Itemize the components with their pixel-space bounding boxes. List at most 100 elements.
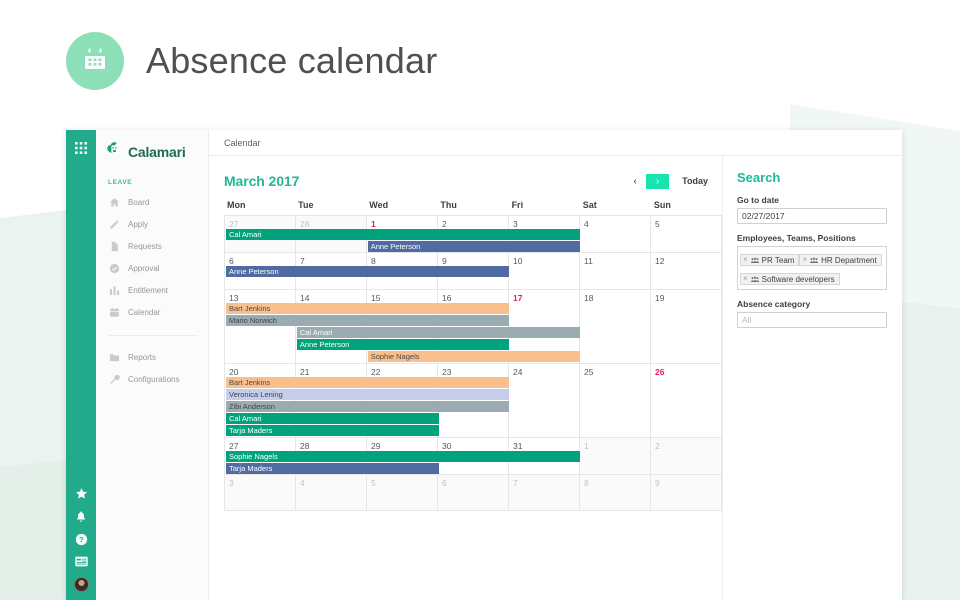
avatar[interactable] bbox=[73, 577, 89, 592]
entity-tag[interactable]: × HR Department bbox=[799, 254, 882, 266]
sidebar-item-entitlement[interactable]: Entitlement bbox=[96, 279, 208, 301]
day-number: 17 bbox=[513, 293, 523, 303]
go-to-date-input[interactable]: 02/27/2017 bbox=[737, 208, 887, 224]
sidebar-item-requests[interactable]: Requests bbox=[96, 235, 208, 257]
entity-tag[interactable]: × Software developers bbox=[740, 273, 840, 285]
calendar-day-cell[interactable]: 4 bbox=[296, 475, 367, 510]
day-number: 20 bbox=[229, 367, 239, 377]
day-number: 30 bbox=[442, 441, 452, 451]
absence-event-bar[interactable]: Cal Amari bbox=[226, 413, 439, 424]
absence-category-input[interactable]: All bbox=[737, 312, 887, 328]
sidebar-divider bbox=[108, 335, 198, 336]
absence-event-bar[interactable]: Sophie Nagels bbox=[367, 351, 581, 362]
day-number: 12 bbox=[655, 256, 665, 266]
page-header: Absence calendar bbox=[66, 32, 437, 90]
sidebar-item-approval[interactable]: Approval bbox=[96, 257, 208, 279]
absence-event-bar[interactable]: Anne Peterson bbox=[367, 241, 581, 252]
day-number: 13 bbox=[229, 293, 239, 303]
day-number: 16 bbox=[442, 293, 452, 303]
help-circle-icon[interactable]: ? bbox=[75, 533, 88, 546]
day-of-week-header: Tue bbox=[298, 200, 314, 210]
bell-icon[interactable] bbox=[75, 510, 87, 523]
calendar-week-row: 20 21 22 23 24 25 26 Bart Jenkins Veronica Lenin… bbox=[224, 363, 722, 437]
day-number: 28 bbox=[300, 219, 310, 229]
calamari-squid-icon bbox=[106, 141, 123, 163]
calendar-day-cell[interactable]: 7 bbox=[509, 475, 580, 510]
app-logo[interactable]: Calamari bbox=[96, 141, 208, 163]
absence-event-bar[interactable]: Tarja Maders bbox=[226, 425, 439, 436]
calendar-day-cell[interactable]: 3 bbox=[225, 475, 296, 510]
calendar-week-row: 13 14 15 16 17 18 19 Bart Jenkins Mario Norwich C… bbox=[224, 289, 722, 363]
calendar-month-title: March 2017 bbox=[224, 173, 300, 189]
absence-event-bar[interactable]: Tarja Maders bbox=[226, 463, 439, 474]
group-icon bbox=[810, 257, 819, 264]
absence-event-bar[interactable]: Bart Jenkins bbox=[226, 377, 510, 388]
news-card-icon[interactable] bbox=[74, 556, 88, 567]
calendar-week-row: 3 4 5 6 7 8 9 bbox=[224, 474, 722, 511]
day-number: 21 bbox=[300, 367, 310, 377]
sidebar: Calamari LEAVE Board Apply Requests Appr… bbox=[96, 130, 209, 600]
absence-event-bar[interactable]: Anne Peterson bbox=[296, 339, 510, 350]
day-of-week-header: Sat bbox=[582, 200, 597, 210]
sidebar-item-apply[interactable]: Apply bbox=[96, 213, 208, 235]
grid-apps-icon[interactable] bbox=[75, 142, 87, 154]
calendar-day-cell[interactable]: 9 bbox=[651, 475, 722, 510]
sidebar-item-label: Configurations bbox=[128, 374, 180, 384]
day-number: 5 bbox=[371, 478, 376, 488]
next-month-button[interactable]: › bbox=[646, 173, 670, 189]
global-rail: ? bbox=[66, 130, 96, 600]
absence-event-bar[interactable]: Veronica Lening bbox=[226, 389, 510, 400]
day-number: 7 bbox=[513, 478, 518, 488]
day-of-week-header: Mon bbox=[227, 200, 246, 210]
prev-month-button[interactable]: ‹ bbox=[627, 174, 643, 189]
day-number: 9 bbox=[655, 478, 660, 488]
day-of-week-header: Thu bbox=[440, 200, 457, 210]
calendar-toolbar: March 2017 ‹ › Today bbox=[224, 168, 722, 194]
day-number: 23 bbox=[442, 367, 452, 377]
day-number: 28 bbox=[300, 441, 310, 451]
absence-event-bar[interactable]: Anne Peterson bbox=[226, 266, 510, 277]
day-number: 27 bbox=[229, 219, 239, 229]
sidebar-item-configurations[interactable]: Configurations bbox=[96, 368, 208, 390]
absence-event-bar[interactable]: Mario Norwich bbox=[226, 315, 510, 326]
day-number: 9 bbox=[442, 256, 447, 266]
absence-event-bar[interactable]: Cal Amari bbox=[226, 229, 581, 240]
day-number: 29 bbox=[371, 441, 381, 451]
absence-event-bar[interactable]: Bart Jenkins bbox=[226, 303, 510, 314]
svg-text:?: ? bbox=[79, 535, 84, 544]
entities-label: Employees, Teams, Positions bbox=[737, 233, 856, 243]
absence-event-bar[interactable]: Cal Amari bbox=[296, 327, 581, 338]
day-number: 6 bbox=[442, 478, 447, 488]
day-number: 3 bbox=[513, 219, 518, 229]
day-number: 7 bbox=[300, 256, 305, 266]
wrench-icon bbox=[108, 373, 120, 385]
calendar-day-cell[interactable]: 8 bbox=[580, 475, 651, 510]
entities-tag-box[interactable]: × PR Team × HR Department × Software develope… bbox=[737, 246, 887, 290]
day-number: 2 bbox=[655, 441, 660, 451]
calendar-week-row: 27 28 1 2 3 4 5 Cal Amari Anne Peterson bbox=[224, 215, 722, 252]
absence-event-bar[interactable]: Zibi Anderson bbox=[226, 401, 510, 412]
close-icon[interactable]: × bbox=[802, 256, 807, 264]
star-icon[interactable] bbox=[75, 487, 88, 500]
entity-tag[interactable]: × PR Team bbox=[740, 254, 800, 266]
calendar-day-cell[interactable]: 5 bbox=[367, 475, 438, 510]
calendar-event-layer: Bart Jenkins Veronica Lening Zibi Anderson… bbox=[226, 377, 722, 437]
day-number: 1 bbox=[584, 441, 589, 451]
sidebar-item-reports[interactable]: Reports bbox=[96, 346, 208, 368]
day-number: 4 bbox=[584, 219, 589, 229]
today-button[interactable]: Today bbox=[682, 176, 708, 186]
close-icon[interactable]: × bbox=[743, 275, 748, 283]
day-number: 3 bbox=[229, 478, 234, 488]
close-icon[interactable]: × bbox=[743, 256, 748, 264]
day-number: 10 bbox=[513, 256, 523, 266]
day-number: 24 bbox=[513, 367, 523, 377]
day-number: 22 bbox=[371, 367, 381, 377]
calendar-event-layer: Bart Jenkins Mario Norwich Cal Amari Anne P… bbox=[226, 303, 722, 363]
day-number: 6 bbox=[229, 256, 234, 266]
absence-event-bar[interactable]: Sophie Nagels bbox=[226, 451, 581, 462]
sidebar-item-label: Entitlement bbox=[128, 285, 169, 295]
calendar-day-cell[interactable]: 6 bbox=[438, 475, 509, 510]
sidebar-item-board[interactable]: Board bbox=[96, 191, 208, 213]
sidebar-item-label: Requests bbox=[128, 241, 162, 251]
sidebar-item-calendar[interactable]: Calendar bbox=[96, 301, 208, 323]
